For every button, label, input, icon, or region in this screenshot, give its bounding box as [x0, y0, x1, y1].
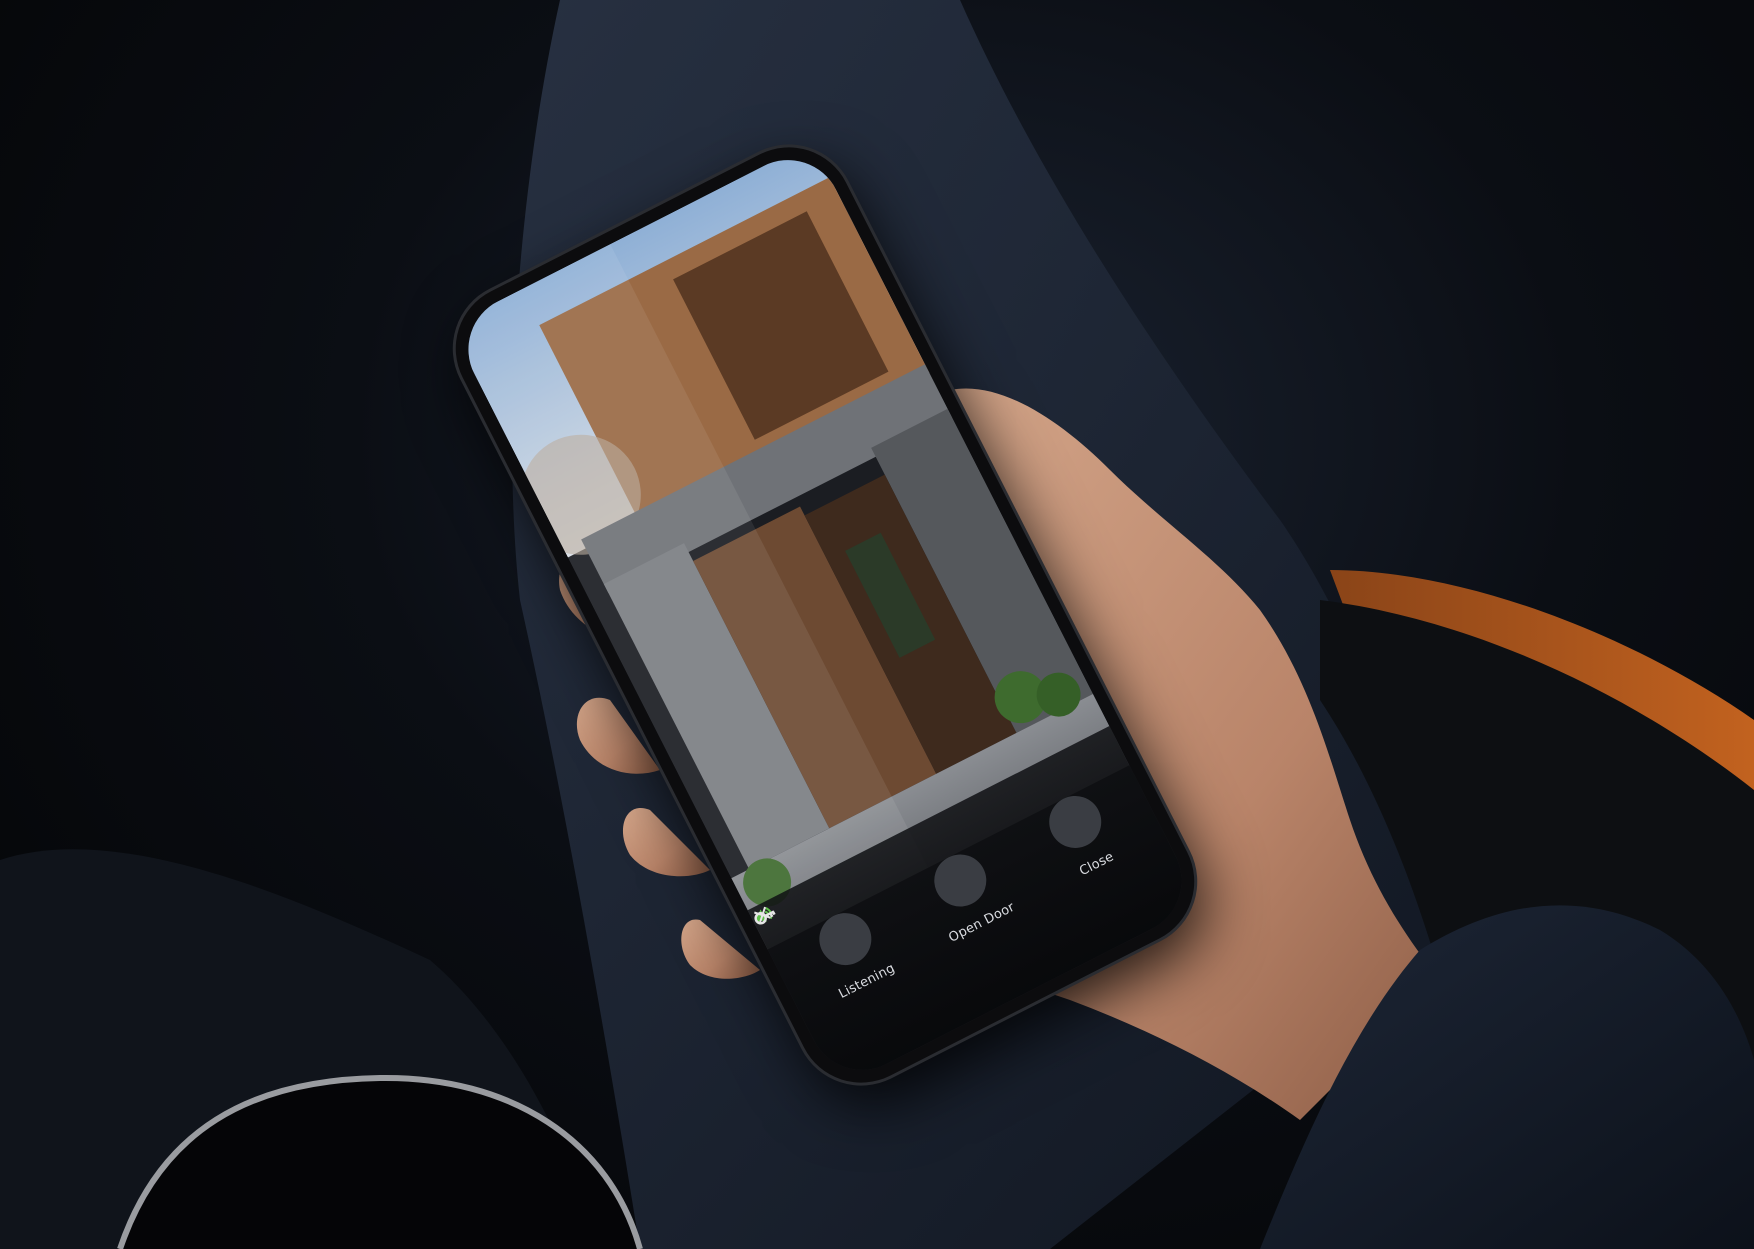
- close-button[interactable]: Close: [754, 774, 1149, 924]
- close-label: Close: [1077, 849, 1117, 880]
- listening-label: Listening: [836, 960, 898, 1002]
- open-door-button[interactable]: Open Door: [754, 832, 1034, 954]
- open-door-button-circle[interactable]: [754, 845, 996, 925]
- listening-button-circle[interactable]: [754, 904, 881, 975]
- listening-button[interactable]: Listening: [754, 891, 920, 1013]
- photo-scene: Listening Open Door Close: [0, 0, 1754, 1249]
- close-button-circle[interactable]: [754, 786, 1111, 924]
